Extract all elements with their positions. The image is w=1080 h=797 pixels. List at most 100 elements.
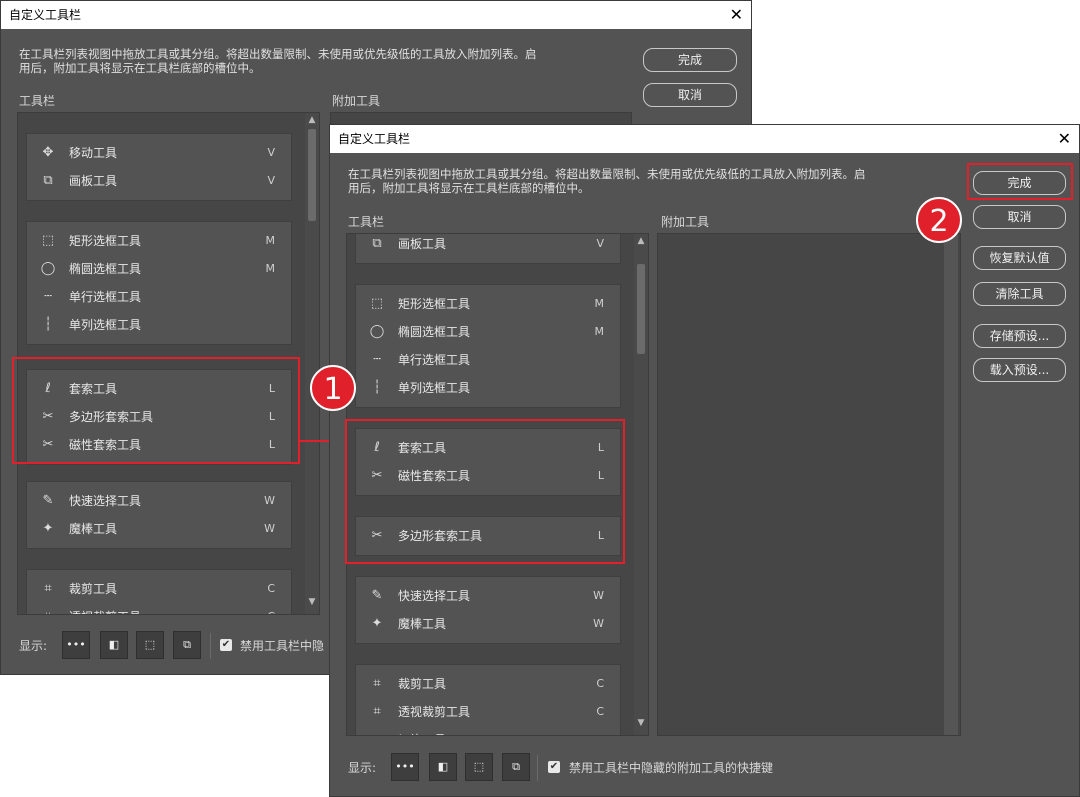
tool-row[interactable]: ⌗ 切片工具 C bbox=[356, 726, 620, 735]
back-group-lasso[interactable]: ℓ 套索工具 L ✂ 多边形套索工具 L ✂ 磁性套索工具 L bbox=[26, 369, 292, 465]
scroll-down-icon[interactable]: ▼ bbox=[305, 597, 319, 607]
front-clear-tools-button[interactable]: 清除工具 bbox=[973, 282, 1066, 306]
tool-shortcut: W bbox=[264, 522, 275, 535]
tool-row[interactable]: ⬚ 矩形选框工具 M bbox=[356, 290, 620, 318]
tool-row[interactable]: ⬚ 矩形选框工具 M bbox=[27, 227, 291, 255]
front-show-screenmode-button[interactable]: ⧉ bbox=[502, 753, 530, 781]
tool-row[interactable]: ℓ 套索工具 L bbox=[27, 375, 291, 403]
tool-row[interactable]: ✦ 魔棒工具 W bbox=[356, 610, 620, 638]
front-checkbox-label: 禁用工具栏中隐藏的附加工具的快捷键 bbox=[569, 761, 774, 775]
front-show-more-button[interactable]: ••• bbox=[391, 753, 419, 781]
quick-select-icon: ✎ bbox=[42, 493, 54, 508]
tool-row[interactable]: ✂ 多边形套索工具 L bbox=[27, 403, 291, 431]
tool-name: 单列选框工具 bbox=[398, 381, 471, 395]
tool-name: 魔棒工具 bbox=[398, 617, 447, 631]
front-cancel-button[interactable]: 取消 bbox=[973, 205, 1066, 229]
tool-shortcut: V bbox=[267, 146, 275, 159]
move-icon: ✥ bbox=[42, 145, 54, 160]
tool-row[interactable]: ✂ 多边形套索工具 L bbox=[356, 522, 620, 550]
scroll-up-icon[interactable]: ▲ bbox=[634, 236, 648, 246]
quick-select-icon: ✎ bbox=[371, 588, 383, 603]
artboard-icon: ⧉ bbox=[43, 173, 53, 188]
tool-shortcut: L bbox=[597, 529, 604, 542]
tool-row[interactable]: ⧉ 画板工具 V bbox=[356, 234, 620, 258]
front-save-preset-button[interactable]: 存储预设... bbox=[973, 324, 1066, 348]
tool-row[interactable]: ✥ 移动工具 V bbox=[27, 139, 291, 167]
rect-marquee-icon: ⬚ bbox=[370, 296, 384, 311]
front-description: 在工具栏列表视图中拖放工具或其分组。将超出数量限制、未使用或优先级低的工具放入附… bbox=[348, 167, 866, 195]
tool-row[interactable]: ✂ 磁性套索工具 L bbox=[27, 431, 291, 459]
front-list-scrollbar[interactable]: ▲ ▼ bbox=[634, 234, 648, 735]
tool-name: 磁性套索工具 bbox=[69, 438, 142, 452]
perspective-crop-icon: ⌗ bbox=[39, 603, 57, 614]
back-show-colors-button[interactable]: ◧ bbox=[100, 631, 128, 659]
tool-name: 单行选框工具 bbox=[398, 353, 471, 367]
lasso-icon: ℓ bbox=[374, 440, 380, 455]
scroll-down-icon[interactable]: ▼ bbox=[634, 718, 648, 728]
back-toolbar-list[interactable]: ✥ 移动工具 V ⧉ 画板工具 V ⬚ 矩形选框工具 M ◯ 椭圆选框工具 M ┄ 单行选框工具 … bbox=[17, 112, 320, 615]
front-group-quick-select[interactable]: ✎ 快速选择工具 W ✦ 魔棒工具 W bbox=[355, 576, 621, 644]
step-2-badge: 2 bbox=[916, 197, 962, 243]
scroll-thumb[interactable] bbox=[308, 129, 316, 221]
tool-shortcut: C bbox=[267, 603, 275, 614]
tool-row[interactable]: ┄ 单行选框工具 bbox=[356, 346, 620, 374]
tool-row[interactable]: ┄ 单行选框工具 bbox=[27, 283, 291, 311]
front-toolbar-list[interactable]: ⧉ 画板工具 V ⬚ 矩形选框工具 M ◯ 椭圆选框工具 M ┄ 单行选框工具 ┆ 单列选框工具… bbox=[346, 233, 649, 736]
back-show-quickmask-button[interactable]: ⬚ bbox=[136, 631, 164, 659]
tool-row[interactable]: ⌗ 裁剪工具 C bbox=[27, 575, 291, 603]
tool-shortcut: V bbox=[267, 174, 275, 187]
tool-row[interactable]: ⌗ 透视裁剪工具 C bbox=[27, 603, 291, 614]
back-group-move[interactable]: ✥ 移动工具 V ⧉ 画板工具 V bbox=[26, 133, 292, 201]
front-restore-defaults-button[interactable]: 恢复默认值 bbox=[973, 246, 1066, 270]
tool-shortcut: W bbox=[593, 617, 604, 630]
tool-row[interactable]: ⧉ 画板工具 V bbox=[27, 167, 291, 195]
tool-name: 单行选框工具 bbox=[69, 290, 142, 304]
front-close-icon[interactable]: ✕ bbox=[1058, 125, 1071, 153]
front-title-bar: 自定义工具栏 ✕ bbox=[330, 125, 1079, 153]
tool-row[interactable]: ┆ 单列选框工具 bbox=[356, 374, 620, 402]
front-group-lasso[interactable]: ℓ 套索工具 L ✂ 磁性套索工具 L bbox=[355, 428, 621, 496]
front-extra-scrollbar[interactable] bbox=[944, 234, 958, 735]
polygonal-lasso-icon: ✂ bbox=[42, 409, 54, 424]
front-load-preset-button[interactable]: 载入预设... bbox=[973, 358, 1066, 382]
crop-icon: ⌗ bbox=[44, 581, 52, 596]
tool-shortcut: C bbox=[596, 677, 604, 690]
tool-row[interactable]: ⌗ 裁剪工具 C bbox=[356, 670, 620, 698]
back-cancel-button[interactable]: 取消 bbox=[643, 83, 737, 107]
tool-row[interactable]: ℓ 套索工具 L bbox=[356, 434, 620, 462]
back-disable-shortcuts-checkbox[interactable]: ✔ bbox=[220, 639, 232, 651]
back-group-crop[interactable]: ⌗ 裁剪工具 C ⌗ 透视裁剪工具 C bbox=[26, 569, 292, 614]
tool-row[interactable]: ◯ 椭圆选框工具 M bbox=[27, 255, 291, 283]
back-show-more-button[interactable]: ••• bbox=[62, 631, 90, 659]
front-group-polygonal-lasso[interactable]: ✂ 多边形套索工具 L bbox=[355, 516, 621, 556]
front-group-artboard[interactable]: ⧉ 画板工具 V bbox=[355, 234, 621, 264]
front-disable-shortcuts-checkbox[interactable]: ✔ bbox=[548, 761, 560, 773]
back-list-scrollbar[interactable]: ▲ ▼ bbox=[305, 113, 319, 614]
back-close-icon[interactable]: ✕ bbox=[730, 1, 743, 29]
tool-row[interactable]: ✎ 快速选择工具 W bbox=[356, 582, 620, 610]
back-show-screenmode-button[interactable]: ⧉ bbox=[173, 631, 201, 659]
tool-row[interactable]: ⌗ 透视裁剪工具 C bbox=[356, 698, 620, 726]
tool-row[interactable]: ◯ 椭圆选框工具 M bbox=[356, 318, 620, 346]
tool-shortcut: W bbox=[264, 494, 275, 507]
back-toolbar-label: 工具栏 bbox=[19, 94, 56, 108]
front-group-crop[interactable]: ⌗ 裁剪工具 C ⌗ 透视裁剪工具 C ⌗ 切片工具 C bbox=[355, 664, 621, 735]
back-done-button[interactable]: 完成 bbox=[643, 48, 737, 72]
scroll-thumb[interactable] bbox=[637, 264, 645, 354]
back-group-quick-select[interactable]: ✎ 快速选择工具 W ✦ 魔棒工具 W bbox=[26, 481, 292, 549]
tool-name: 套索工具 bbox=[69, 382, 118, 396]
front-extra-tools-list[interactable] bbox=[657, 233, 961, 736]
front-show-quickmask-button[interactable]: ⬚ bbox=[465, 753, 493, 781]
front-show-colors-button[interactable]: ◧ bbox=[429, 753, 457, 781]
tool-row[interactable]: ✂ 磁性套索工具 L bbox=[356, 462, 620, 490]
back-extra-tools-label: 附加工具 bbox=[332, 94, 381, 108]
tool-shortcut: C bbox=[596, 705, 604, 718]
tool-row[interactable]: ✎ 快速选择工具 W bbox=[27, 487, 291, 515]
back-group-marquee[interactable]: ⬚ 矩形选框工具 M ◯ 椭圆选框工具 M ┄ 单行选框工具 ┆ 单列选框工具 bbox=[26, 221, 292, 345]
back-checkbox-label: 禁用工具栏中隐 bbox=[240, 639, 325, 653]
tool-row[interactable]: ✦ 魔棒工具 W bbox=[27, 515, 291, 543]
front-done-button[interactable]: 完成 bbox=[973, 171, 1066, 195]
front-group-marquee[interactable]: ⬚ 矩形选框工具 M ◯ 椭圆选框工具 M ┄ 单行选框工具 ┆ 单列选框工具 bbox=[355, 284, 621, 408]
tool-row[interactable]: ┆ 单列选框工具 bbox=[27, 311, 291, 339]
scroll-up-icon[interactable]: ▲ bbox=[305, 115, 319, 125]
